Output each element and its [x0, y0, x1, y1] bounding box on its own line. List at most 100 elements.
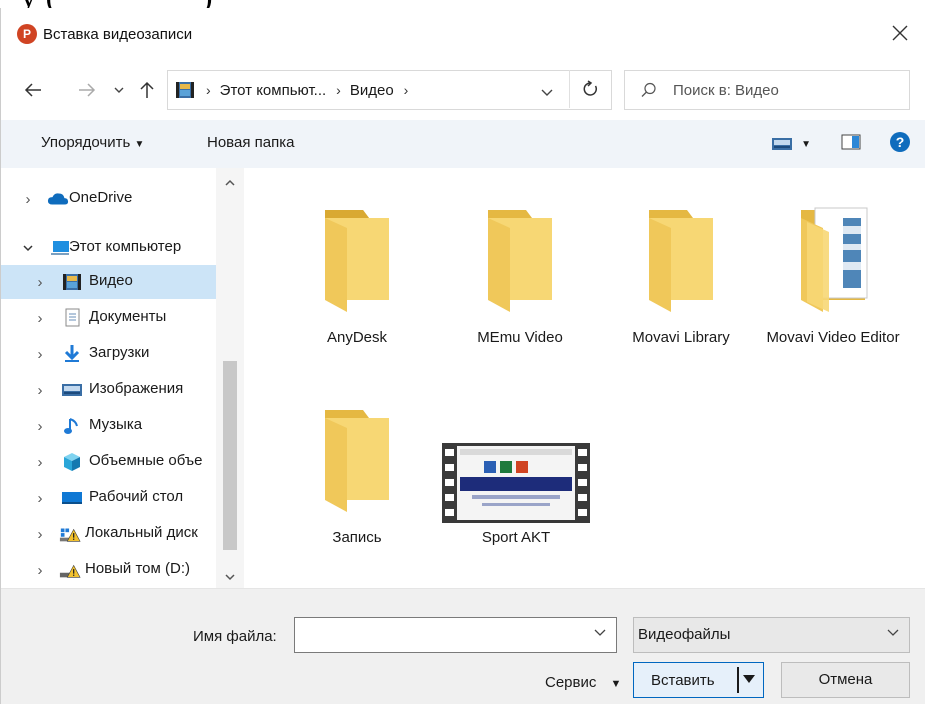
file-item-memu-video[interactable]: MEmu Video	[450, 188, 590, 378]
dialog-title: Вставка видеозаписи	[43, 25, 193, 43]
caret-down-icon: ▼	[610, 678, 622, 690]
tools-button[interactable]: Сервис ▼	[545, 674, 621, 691]
change-view-button[interactable]: ▼	[771, 136, 811, 152]
scroll-up-arrow[interactable]	[223, 176, 237, 190]
title-bar: P Вставка видеозаписи	[1, 8, 925, 60]
nav-item-video[interactable]: › Видео	[1, 265, 216, 299]
caret-down-icon	[743, 675, 755, 683]
help-button[interactable]: ?	[889, 131, 911, 157]
drive-warning-icon	[59, 524, 81, 544]
nav-item-documents[interactable]: › Документы	[1, 301, 216, 335]
documents-icon	[61, 308, 83, 328]
forward-button[interactable]	[77, 80, 97, 100]
nav-item-music[interactable]: › Музыка	[1, 409, 216, 443]
desktop-icon	[61, 488, 83, 508]
file-name-label: Имя файла:	[193, 628, 277, 645]
view-controls: ▼ ?	[771, 132, 911, 156]
breadcrumb-video[interactable]: Видео	[350, 82, 394, 99]
drive-warning-icon	[59, 560, 81, 580]
breadcrumb: › Этот компьют... › Видео ›	[206, 82, 417, 99]
nav-item-pictures[interactable]: › Изображения	[1, 373, 216, 407]
chevron-right-icon: ›	[403, 82, 409, 98]
split-divider	[737, 667, 739, 693]
file-item-sport-akt[interactable]: Sport AKT	[442, 388, 590, 568]
search-box[interactable]	[624, 70, 910, 110]
organize-button[interactable]: Упорядочить ▼	[41, 134, 144, 151]
chevron-down-icon	[887, 629, 899, 636]
nav-item-desktop[interactable]: › Рабочий стол	[1, 481, 216, 515]
chevron-down-icon	[594, 629, 606, 636]
folder-icon	[488, 210, 552, 312]
file-name: Запись	[332, 529, 382, 546]
insert-button[interactable]: Вставить	[633, 662, 764, 698]
refresh-button[interactable]	[569, 70, 611, 108]
nav-item-new-volume-d[interactable]: › Новый том (D:)	[1, 553, 216, 587]
insert-video-dialog: P Вставка видеозаписи › Этот компьют... …	[0, 8, 925, 704]
arrow-up-icon	[140, 81, 154, 98]
chevron-right-icon: ›	[37, 273, 43, 291]
file-item-anydesk[interactable]: AnyDesk	[287, 188, 427, 378]
music-icon	[61, 416, 83, 436]
folder-with-files-icon	[801, 207, 868, 312]
chevron-right-icon: ›	[25, 190, 31, 208]
address-dropdown-button[interactable]	[541, 83, 553, 100]
video-thumbnail-icon	[442, 443, 590, 523]
file-name: Sport AKT	[481, 529, 551, 546]
file-type-value: Видеофайлы	[638, 626, 731, 643]
preview-pane-button[interactable]	[841, 134, 861, 154]
file-name: MEmu Video	[477, 329, 563, 346]
new-folder-button[interactable]: Новая папка	[207, 134, 294, 151]
caret-down-icon: ▼	[134, 139, 145, 150]
nav-item-downloads[interactable]: › Загрузки	[1, 337, 216, 371]
cloud-icon	[47, 189, 69, 209]
chevron-right-icon: ›	[37, 417, 43, 435]
arrow-right-icon	[79, 83, 96, 97]
nav-scrollbar[interactable]	[216, 168, 244, 588]
scroll-down-arrow[interactable]	[223, 570, 237, 584]
help-icon: ?	[890, 132, 910, 152]
chevron-right-icon: ›	[37, 489, 43, 507]
downloads-icon	[61, 344, 83, 364]
arrow-left-icon	[24, 83, 41, 97]
refresh-icon	[583, 80, 597, 96]
chevron-right-icon: ›	[206, 82, 211, 98]
address-row: › Этот компьют... › Видео ›	[1, 68, 925, 112]
caret-down-icon: ▼	[801, 138, 811, 150]
nav-item-local-disk[interactable]: › Локальный диск	[1, 517, 216, 551]
file-item-movavi-video-editor[interactable]: Movavi Video Editor	[763, 188, 903, 398]
file-name: Movavi Library	[632, 329, 730, 346]
nav-item-this-pc[interactable]: Этот компьютер	[1, 231, 216, 265]
3d-objects-icon	[61, 452, 83, 472]
computer-icon	[49, 238, 71, 258]
close-icon	[892, 25, 908, 41]
close-button[interactable]	[889, 22, 911, 44]
svg-text:?: ?	[896, 134, 905, 150]
preview-pane-icon	[841, 134, 861, 150]
chevron-down-icon	[23, 243, 33, 253]
nav-item-3d-objects[interactable]: › Объемные объе	[1, 445, 216, 479]
chevron-right-icon: ›	[37, 453, 43, 471]
file-name-input[interactable]	[295, 618, 585, 652]
address-bar[interactable]: › Этот компьют... › Видео ›	[167, 70, 612, 110]
file-type-select[interactable]: Видеофайлы	[633, 617, 910, 653]
scroll-thumb[interactable]	[223, 361, 237, 550]
chevron-right-icon: ›	[37, 525, 43, 543]
up-button[interactable]	[137, 80, 157, 100]
chevron-right-icon: ›	[37, 309, 43, 327]
breadcrumb-this-pc[interactable]: Этот компьют...	[220, 82, 327, 99]
file-name-field[interactable]	[294, 617, 617, 653]
file-item-zapis[interactable]: Запись	[287, 388, 427, 568]
search-input[interactable]	[673, 81, 893, 99]
command-bar: Упорядочить ▼ Новая папка ▼ ?	[1, 120, 925, 168]
cancel-button[interactable]: Отмена	[781, 662, 910, 698]
back-button[interactable]	[23, 80, 43, 100]
recent-locations-button[interactable]	[109, 80, 129, 100]
chevron-down-icon	[541, 89, 553, 96]
nav-item-onedrive[interactable]: › OneDrive	[1, 182, 216, 216]
file-item-movavi-library[interactable]: Movavi Library	[611, 188, 751, 378]
pictures-icon	[61, 380, 83, 400]
chevron-right-icon: ›	[37, 345, 43, 363]
video-folder-icon	[61, 272, 83, 292]
dialog-footer: Имя файла: Видеофайлы Сервис ▼ Вставить …	[1, 588, 925, 704]
video-folder-icon	[176, 82, 194, 98]
